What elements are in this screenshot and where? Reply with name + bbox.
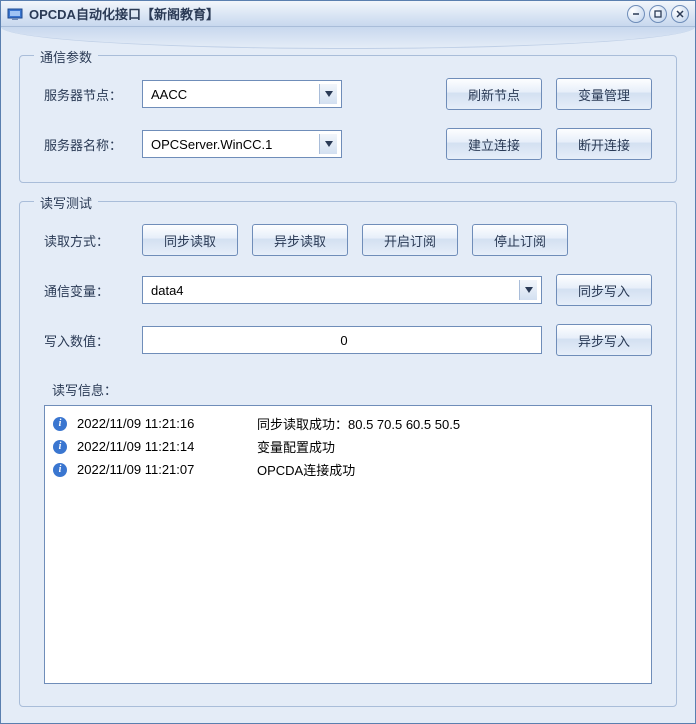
info-icon: i — [53, 463, 67, 477]
log-message: 变量配置成功 — [257, 437, 643, 456]
row-write-value: 写入数值： 0 异步写入 — [44, 324, 652, 356]
log-message: OPCDA连接成功 — [257, 460, 643, 479]
async-write-button[interactable]: 异步写入 — [556, 324, 652, 356]
unsubscribe-button[interactable]: 停止订阅 — [472, 224, 568, 256]
group-rw-test: 读写测试 读取方式： 同步读取 异步读取 开启订阅 停止订阅 通信变量： dat… — [19, 201, 677, 707]
chevron-down-icon[interactable] — [319, 84, 337, 104]
log-row[interactable]: i 2022/11/09 11:21:07 OPCDA连接成功 — [53, 458, 643, 481]
subscribe-button[interactable]: 开启订阅 — [362, 224, 458, 256]
maximize-button[interactable] — [649, 5, 667, 23]
connect-button[interactable]: 建立连接 — [446, 128, 542, 160]
info-icon: i — [53, 440, 67, 454]
row-server-node: 服务器节点： AACC 刷新节点 变量管理 — [44, 78, 652, 110]
sync-write-button[interactable]: 同步写入 — [556, 274, 652, 306]
group-rw-legend: 读写测试 — [34, 193, 98, 212]
sync-read-button[interactable]: 同步读取 — [142, 224, 238, 256]
row-server-name: 服务器名称： OPCServer.WinCC.1 建立连接 断开连接 — [44, 128, 652, 160]
log-row[interactable]: i 2022/11/09 11:21:16 同步读取成功：80.5 70.5 60.… — [53, 412, 643, 435]
group-comm-legend: 通信参数 — [34, 47, 98, 66]
log-label: 读写信息： — [52, 380, 652, 399]
comm-var-value: data4 — [151, 283, 519, 298]
server-node-label: 服务器节点： — [44, 85, 128, 104]
log-message: 同步读取成功：80.5 70.5 60.5 50.5 — [257, 414, 643, 433]
refresh-node-button[interactable]: 刷新节点 — [446, 78, 542, 110]
server-node-combo[interactable]: AACC — [142, 80, 342, 108]
log-row[interactable]: i 2022/11/09 11:21:14 变量配置成功 — [53, 435, 643, 458]
window-title: OPCDA自动化接口【新阁教育】 — [29, 4, 623, 23]
comm-var-label: 通信变量： — [44, 281, 128, 300]
disconnect-button[interactable]: 断开连接 — [556, 128, 652, 160]
async-read-button[interactable]: 异步读取 — [252, 224, 348, 256]
comm-var-combo[interactable]: data4 — [142, 276, 542, 304]
write-value-text: 0 — [340, 333, 347, 348]
client-area: 通信参数 服务器节点： AACC 刷新节点 变量管理 服务器名称： OPCSer… — [1, 41, 695, 723]
server-name-value: OPCServer.WinCC.1 — [151, 137, 319, 152]
chevron-down-icon[interactable] — [519, 280, 537, 300]
write-value-input[interactable]: 0 — [142, 326, 542, 354]
read-mode-label: 读取方式： — [44, 231, 128, 250]
app-window: OPCDA自动化接口【新阁教育】 通信参数 服务器节点： AACC — [0, 0, 696, 724]
row-comm-var: 通信变量： data4 同步写入 — [44, 274, 652, 306]
log-time: 2022/11/09 11:21:14 — [77, 439, 247, 454]
server-node-value: AACC — [151, 87, 319, 102]
minimize-button[interactable] — [627, 5, 645, 23]
log-time: 2022/11/09 11:21:16 — [77, 416, 247, 431]
log-listbox[interactable]: i 2022/11/09 11:21:16 同步读取成功：80.5 70.5 60.… — [44, 405, 652, 684]
app-icon — [7, 6, 23, 22]
row-read-mode: 读取方式： 同步读取 异步读取 开启订阅 停止订阅 — [44, 224, 652, 256]
chevron-down-icon[interactable] — [319, 134, 337, 154]
server-name-label: 服务器名称： — [44, 135, 128, 154]
write-value-label: 写入数值： — [44, 331, 128, 350]
group-comm-params: 通信参数 服务器节点： AACC 刷新节点 变量管理 服务器名称： OPCSer… — [19, 55, 677, 183]
close-button[interactable] — [671, 5, 689, 23]
variable-manage-button[interactable]: 变量管理 — [556, 78, 652, 110]
info-icon: i — [53, 417, 67, 431]
titlebar: OPCDA自动化接口【新阁教育】 — [1, 1, 695, 27]
log-time: 2022/11/09 11:21:07 — [77, 462, 247, 477]
server-name-combo[interactable]: OPCServer.WinCC.1 — [142, 130, 342, 158]
